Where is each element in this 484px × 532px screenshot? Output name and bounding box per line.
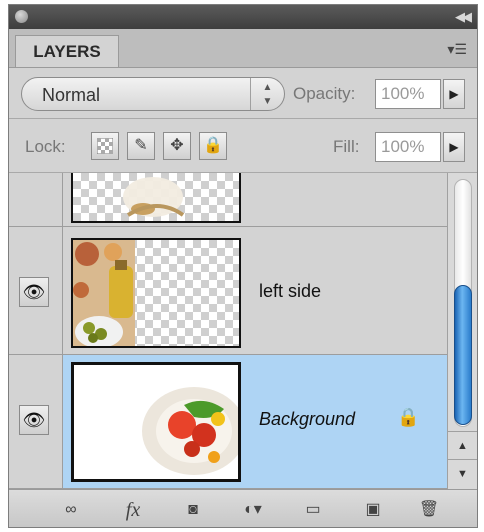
collapse-icon[interactable]: ◀◀ — [455, 9, 472, 25]
lock-label: Lock: — [25, 137, 66, 156]
blend-row: Normal ▲ ▼ Opacity: 100% ▶ — [9, 68, 477, 118]
fill-field[interactable]: 100% — [375, 132, 441, 162]
visibility-cell[interactable]: 👁 — [9, 355, 63, 488]
mask-icon[interactable]: ◙ — [179, 498, 207, 522]
layer-row-left-side[interactable]: 👁 left side — [9, 227, 447, 355]
padlock-icon[interactable]: 🔒 — [199, 132, 227, 160]
layer-row[interactable] — [9, 173, 447, 227]
opacity-slider-button[interactable]: ▶ — [443, 79, 465, 109]
scroll-down-icon[interactable]: ▼ — [448, 459, 477, 488]
visibility-cell[interactable] — [9, 173, 63, 226]
blend-mode-value: Normal — [42, 85, 101, 105]
layer-thumbnail — [71, 173, 241, 223]
layer-thumbnail — [71, 362, 241, 482]
lock-row: Lock: ✎ ✥ 🔒 Fill: 100% ▶ — [9, 119, 477, 173]
adjustment-icon[interactable]: ◐▾ — [239, 498, 267, 522]
tab-row: LAYERS ▾☰ — [9, 29, 477, 68]
brush-icon[interactable]: ✎ — [127, 132, 155, 160]
layer-row-background[interactable]: 👁 Background 🔒 — [9, 355, 447, 489]
fx-icon[interactable]: fx — [119, 498, 147, 522]
visibility-cell[interactable]: 👁 — [9, 227, 63, 354]
trash-icon[interactable]: 🗑 — [415, 498, 443, 522]
blend-mode-select[interactable]: Normal ▲ ▼ — [21, 77, 285, 111]
layer-name[interactable]: Background — [259, 409, 355, 430]
checker-icon[interactable] — [91, 132, 119, 160]
padlock-icon: 🔒 — [397, 407, 420, 427]
bottom-toolbar: ∞ fx ◙ ◐▾ ▭ ▣ 🗑 — [9, 489, 477, 527]
move-icon[interactable]: ✥ — [163, 132, 191, 160]
fill-slider-button[interactable]: ▶ — [443, 132, 465, 162]
panel-titlebar: ◀◀ — [9, 5, 477, 29]
panel-menu-icon[interactable]: ▾☰ — [447, 41, 467, 58]
scroll-up-icon[interactable]: ▲ — [448, 431, 477, 460]
close-icon[interactable] — [15, 10, 28, 23]
layer-name[interactable]: left side — [259, 281, 321, 302]
eye-icon[interactable]: 👁 — [19, 277, 49, 307]
layers-panel: ◀◀ LAYERS ▾☰ Normal ▲ ▼ Opacity: 100% ▶ L… — [8, 4, 478, 528]
tab-layers[interactable]: LAYERS — [15, 35, 119, 67]
layer-thumbnail — [71, 238, 241, 348]
eye-icon[interactable]: 👁 — [19, 405, 49, 435]
opacity-label: Opacity: — [293, 84, 356, 103]
folder-icon[interactable]: ▭ — [299, 498, 327, 522]
scroll-thumb[interactable] — [454, 285, 472, 425]
layers-list: 👁 left side � — [9, 173, 447, 489]
new-layer-icon[interactable]: ▣ — [359, 498, 387, 522]
fill-label: Fill: — [333, 137, 360, 156]
opacity-field[interactable]: 100% — [375, 79, 441, 109]
link-icon[interactable]: ∞ — [57, 498, 85, 522]
chevron-updown-icon: ▲ ▼ — [250, 78, 284, 110]
layers-scrollbar[interactable]: ▲ ▼ — [447, 173, 477, 489]
